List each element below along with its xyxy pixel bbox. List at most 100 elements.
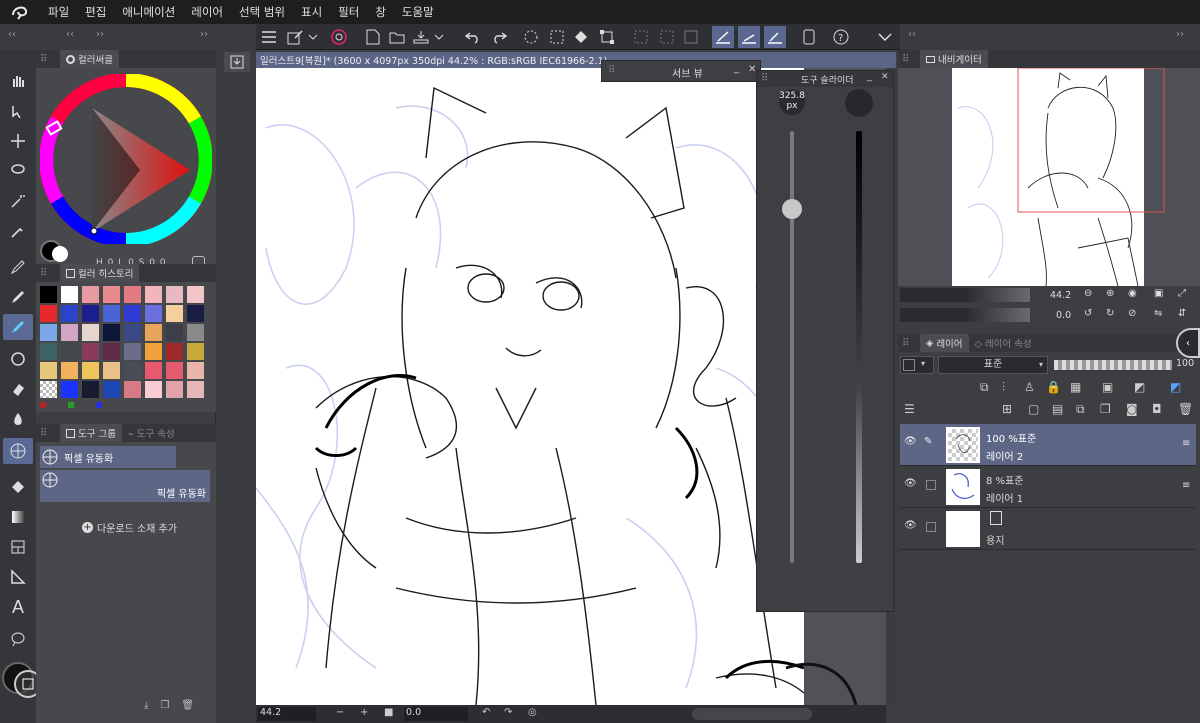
color-swatch[interactable] [145, 343, 162, 360]
flip-vertical-icon[interactable]: ⇵ [1178, 308, 1186, 319]
rotate-right-icon[interactable]: ↻ [1106, 308, 1114, 319]
menu-view[interactable]: 표시 [293, 4, 330, 20]
menu-help[interactable]: 도움말 [394, 4, 442, 20]
layer-row-layer2[interactable]: 👁 ✎ 100 %표준 레이어 2 ≡ [900, 424, 1196, 466]
chevron-down-icon[interactable] [874, 26, 896, 48]
opacity-slider-track[interactable] [856, 131, 862, 563]
color-layer-icon[interactable]: ◩ [1170, 380, 1181, 394]
reset-rotation-icon[interactable]: ◎ [528, 707, 537, 718]
lock-transparency-icon[interactable]: ▦ [1070, 380, 1081, 394]
magic-wand-icon[interactable] [3, 188, 33, 214]
fill-bucket-icon[interactable] [3, 474, 33, 500]
eyedropper-icon[interactable] [3, 218, 33, 244]
snap-ruler-icon[interactable] [712, 26, 734, 48]
color-swatch[interactable] [145, 362, 162, 379]
color-swatch[interactable] [40, 305, 57, 322]
color-swatch[interactable] [166, 362, 183, 379]
import-icon[interactable] [224, 52, 250, 72]
layer-row-layer1[interactable]: 👁 8 %표준 레이어 1 ≡ [900, 466, 1196, 508]
color-swatch[interactable] [103, 381, 120, 398]
rotate-right-icon[interactable]: ↷ [504, 707, 512, 718]
color-swatch[interactable] [145, 324, 162, 341]
color-swatch[interactable] [82, 324, 99, 341]
lock-icon[interactable]: 🔒 [1046, 380, 1061, 394]
new-raster-layer-icon[interactable]: ⊞ [1002, 402, 1012, 416]
color-swatch[interactable] [40, 381, 57, 398]
tab-color-wheel[interactable]: 컬러써클 [60, 50, 119, 68]
app-logo-icon[interactable] [0, 0, 40, 24]
menu-window[interactable]: 창 [367, 4, 394, 20]
color-swatch[interactable] [61, 305, 78, 322]
redo-icon[interactable] [488, 26, 510, 48]
color-swatch[interactable] [82, 286, 99, 303]
color-swatch[interactable] [40, 286, 57, 303]
transform-icon[interactable] [596, 26, 618, 48]
layer-color-picker[interactable]: ▾ [900, 356, 934, 374]
liquify-icon[interactable] [3, 438, 33, 464]
color-swatch[interactable] [103, 343, 120, 360]
layer-menu-icon[interactable]: ≡ [1182, 438, 1190, 449]
collapse-right-icon[interactable]: ›› [96, 29, 104, 40]
menu-filter[interactable]: 필터 [330, 4, 367, 20]
color-swatch[interactable] [166, 305, 183, 322]
background-color-swatch[interactable] [52, 246, 68, 262]
zoom-in-icon[interactable]: ⊕ [1106, 288, 1114, 299]
eye-icon[interactable]: 👁 [904, 436, 917, 447]
apply-mask-icon[interactable]: ◘ [1152, 402, 1162, 416]
duplicate-icon[interactable]: ❐ [160, 700, 169, 711]
rotation-slider[interactable] [900, 308, 1030, 322]
airbrush-icon[interactable] [3, 346, 33, 372]
color-swatch[interactable] [187, 362, 204, 379]
collapse-left-icon[interactable]: ‹‹ [8, 29, 16, 40]
rotate-left-icon[interactable]: ↺ [1084, 308, 1092, 319]
zoom-slider[interactable] [900, 288, 1030, 302]
ruler-icon[interactable] [3, 564, 33, 590]
pencil-icon[interactable] [3, 284, 33, 310]
color-swatch[interactable] [82, 381, 99, 398]
color-swatch[interactable] [124, 324, 141, 341]
chevron-down-icon[interactable] [432, 26, 446, 48]
move-icon[interactable] [3, 128, 33, 154]
tab-color-history[interactable]: 컬러 히스토리 [60, 264, 140, 282]
tab-tool-group[interactable]: 도구 그룹 [60, 424, 122, 442]
color-wheel[interactable] [40, 74, 212, 244]
eraser-icon[interactable] [3, 376, 33, 402]
deselect-icon[interactable] [630, 26, 652, 48]
merge-down-icon[interactable]: ⧉ [1076, 402, 1085, 417]
brush-icon[interactable] [3, 314, 33, 340]
operation-icon[interactable] [3, 98, 33, 124]
download-icon[interactable]: ⤓ [144, 700, 148, 711]
chevron-down-icon[interactable] [306, 26, 320, 48]
snap-grid-icon[interactable] [764, 26, 786, 48]
save-icon[interactable] [410, 26, 432, 48]
color-swatch[interactable] [166, 286, 183, 303]
color-swatch[interactable] [124, 286, 141, 303]
fit-screen-icon[interactable]: ◉ [1128, 288, 1137, 299]
opacity-slider[interactable] [1054, 360, 1172, 370]
color-swatch[interactable] [82, 305, 99, 322]
horizontal-scrollbar[interactable] [692, 708, 812, 720]
flip-horizontal-icon[interactable]: ⇋ [1154, 308, 1162, 319]
mask-icon[interactable]: ▣ [1102, 380, 1113, 394]
recent-color-dot[interactable] [68, 402, 74, 408]
color-swatch[interactable] [187, 286, 204, 303]
collapse-right-icon[interactable]: ›› [200, 29, 208, 40]
frame-border-icon[interactable] [3, 534, 33, 560]
collapse-left-icon[interactable]: ‹‹ [908, 29, 916, 40]
menu-animation[interactable]: 애니메이션 [114, 4, 183, 20]
tab-navigator[interactable]: 내비게이터 [920, 50, 988, 68]
actual-size-icon[interactable]: ▣ [1154, 288, 1163, 299]
collapse-right-icon[interactable]: ›› [1176, 29, 1184, 40]
color-swatch[interactable] [61, 324, 78, 341]
brush-size-slider-thumb[interactable] [782, 199, 802, 219]
color-swatch[interactable] [145, 381, 162, 398]
snap-special-ruler-icon[interactable] [738, 26, 760, 48]
hamburger-menu-icon[interactable] [258, 26, 280, 48]
layer-color-icon[interactable]: ◩ [1134, 380, 1145, 394]
drag-handle-icon[interactable]: ⠿ [761, 73, 768, 84]
open-folder-icon[interactable] [386, 26, 408, 48]
color-swatch[interactable] [187, 343, 204, 360]
copy-layer-icon[interactable]: ❐ [1100, 402, 1111, 416]
pen-icon[interactable] [3, 254, 33, 280]
color-swatch[interactable] [61, 381, 78, 398]
